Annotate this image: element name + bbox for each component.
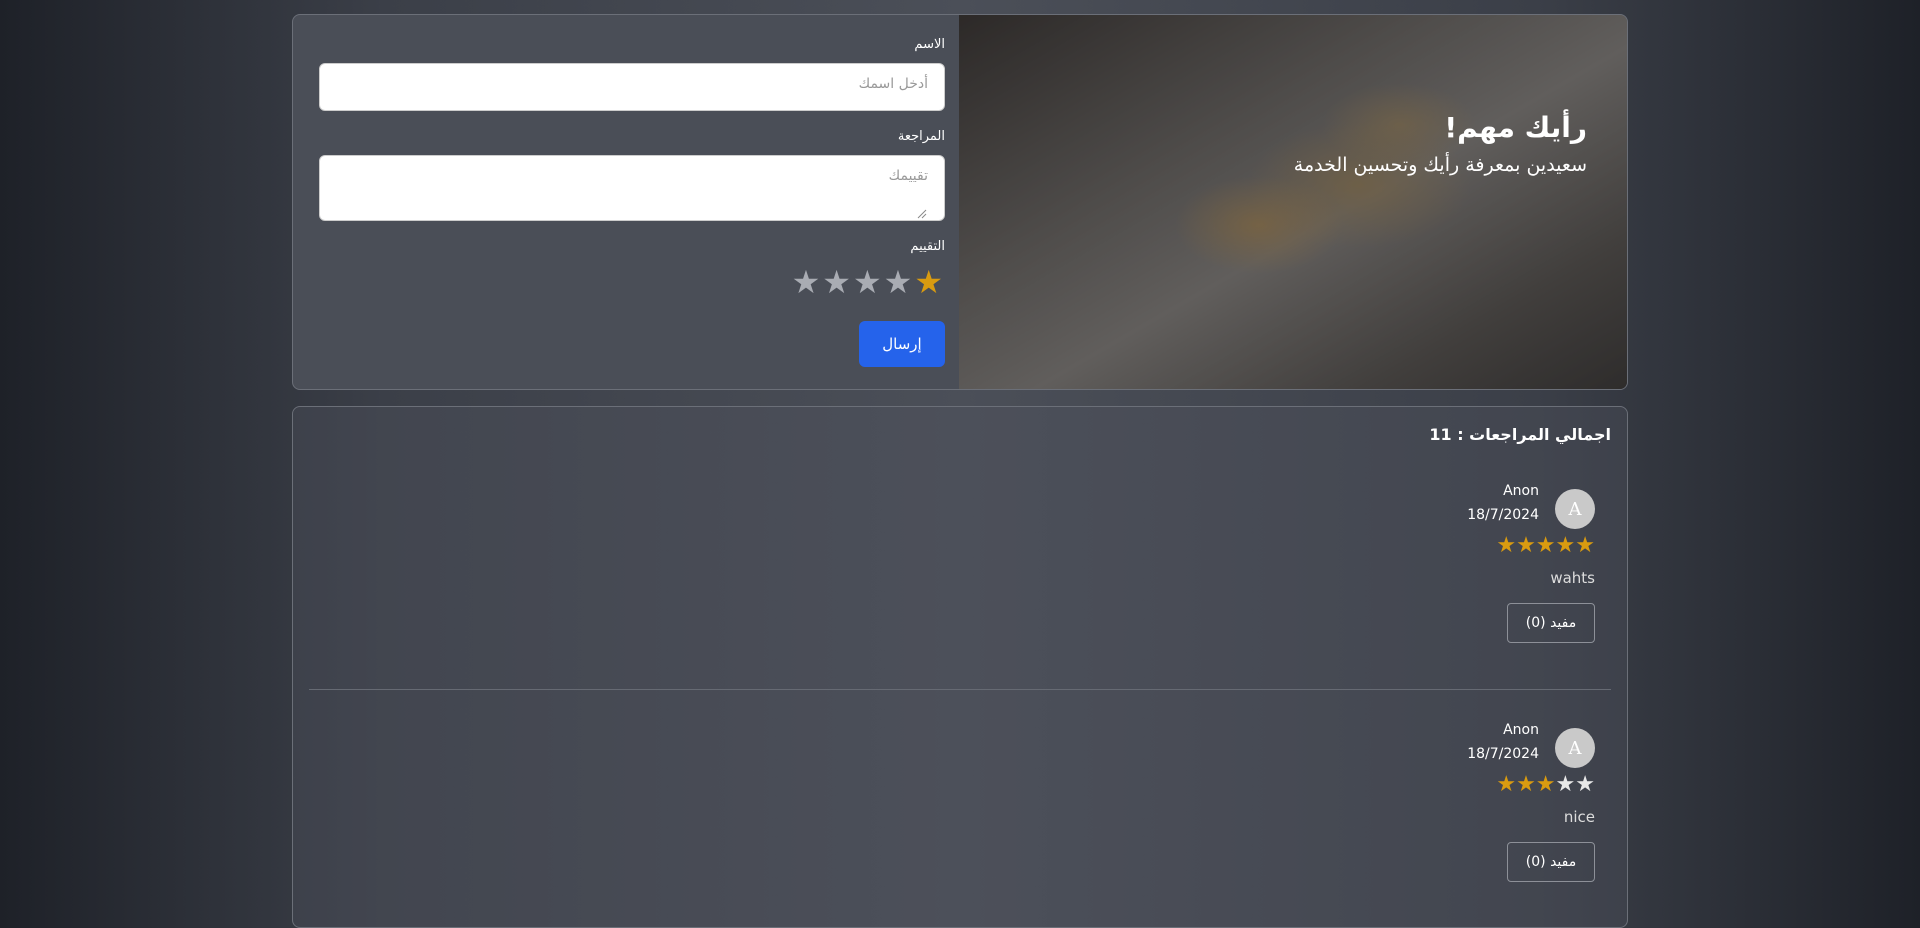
review-author: Anon — [1503, 722, 1539, 738]
review-date: 18/7/2024 — [1467, 746, 1539, 762]
review-rating: ★★★★★ — [1496, 772, 1595, 797]
divider — [309, 689, 1611, 690]
reviews-card: اجمالي المراجعات : 11 A Anon 18/7/2024 ★… — [292, 406, 1628, 928]
star-icon: ★ — [1575, 533, 1595, 558]
star-icon[interactable]: ★ — [822, 266, 853, 298]
hero-title: رأيك مهم! — [1444, 111, 1587, 144]
hero-subtitle: سعيدين بمعرفة رأيك وتحسين الخدمة — [1293, 154, 1587, 176]
star-icon[interactable]: ★ — [884, 266, 915, 298]
name-input[interactable]: أدخل اسمك — [319, 63, 945, 111]
review-rating: ★★★★★ — [1496, 533, 1595, 558]
star-icon: ★ — [1575, 772, 1595, 797]
reviews-total: اجمالي المراجعات : 11 — [1429, 425, 1611, 444]
star-icon: ★ — [1535, 772, 1556, 797]
avatar: A — [1555, 489, 1595, 529]
hero-image: رأيك مهم! سعيدين بمعرفة رأيك وتحسين الخد… — [959, 15, 1627, 389]
review-form-card: الاسم أدخل اسمك المراجعة تقييمك التقييم … — [292, 14, 1628, 390]
helpful-button[interactable]: مفيد (0) — [1507, 603, 1595, 643]
review-form: الاسم أدخل اسمك المراجعة تقييمك التقييم … — [293, 15, 959, 389]
page: الاسم أدخل اسمك المراجعة تقييمك التقييم … — [292, 14, 1628, 928]
avatar: A — [1555, 728, 1595, 768]
review-author: Anon — [1503, 483, 1539, 499]
star-icon: ★ — [1496, 533, 1517, 558]
star-icon[interactable]: ★ — [792, 266, 823, 298]
rating-stars-input[interactable]: ★★★★★ — [792, 263, 945, 301]
star-icon: ★ — [1555, 533, 1576, 558]
star-icon[interactable]: ★ — [914, 266, 945, 298]
star-icon: ★ — [1555, 772, 1576, 797]
review-text: wahts — [1550, 569, 1595, 587]
star-icon: ★ — [1516, 772, 1536, 797]
resize-handle-icon[interactable] — [917, 209, 927, 219]
star-icon: ★ — [1496, 772, 1517, 797]
star-icon[interactable]: ★ — [853, 266, 884, 298]
star-icon: ★ — [1516, 533, 1536, 558]
review-date: 18/7/2024 — [1467, 507, 1539, 523]
review-textarea[interactable]: تقييمك — [319, 155, 945, 221]
rating-label: التقييم — [910, 239, 945, 254]
submit-button[interactable]: إرسال — [859, 321, 945, 367]
hero-text: رأيك مهم! سعيدين بمعرفة رأيك وتحسين الخد… — [1294, 111, 1587, 176]
helpful-button[interactable]: مفيد (0) — [1507, 842, 1595, 882]
review-label: المراجعة — [897, 129, 945, 144]
review-text: nice — [1563, 808, 1595, 826]
star-icon: ★ — [1535, 533, 1556, 558]
name-label: الاسم — [914, 37, 945, 52]
